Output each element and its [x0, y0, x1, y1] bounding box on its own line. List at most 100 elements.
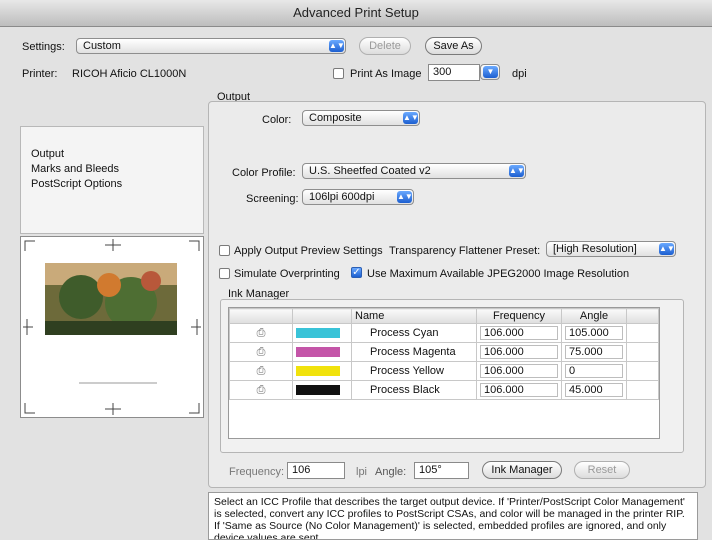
save-as-button[interactable]: Save As	[425, 37, 482, 55]
table-row[interactable]: ⎙ Process Yellow 106.000 0	[229, 361, 659, 381]
ink-swatch	[292, 323, 352, 343]
ink-swatch	[292, 342, 352, 362]
settings-popup[interactable]: Custom ▲▼	[76, 38, 346, 54]
ink-swatch	[292, 380, 352, 400]
icon-column-header	[229, 308, 293, 324]
ink-frequency: 106.000	[476, 361, 562, 381]
blank-column-header	[626, 308, 659, 324]
max-jpeg2000-label: Use Maximum Available JPEG2000 Image Res…	[367, 268, 630, 280]
screening-label: Screening:	[246, 193, 299, 205]
ink-table: Name Frequency Angle ⎙ Process Cyan 106.00…	[229, 308, 659, 400]
ink-angle: 75.000	[561, 342, 627, 362]
ink-manager-button[interactable]: Ink Manager	[482, 461, 562, 479]
print-as-image-label: Print As Image	[350, 68, 422, 80]
color-profile-popup[interactable]: U.S. Sheetfed Coated v2 ▲▼	[302, 163, 526, 179]
reset-button[interactable]: Reset	[574, 461, 630, 479]
page-preview	[20, 236, 204, 418]
ink-frequency-value[interactable]: 106.000	[480, 326, 558, 340]
blank-cell	[626, 380, 659, 400]
frequency-input[interactable]: 106	[287, 462, 345, 479]
blank-cell	[626, 323, 659, 343]
printer-icon: ⎙	[229, 361, 293, 381]
swatch-column-header	[292, 308, 352, 324]
printer-icon: ⎙	[229, 342, 293, 362]
ink-name: Process Black	[351, 380, 477, 400]
popup-arrow-icon: ▲▼	[397, 191, 413, 203]
angle-input[interactable]: 105°	[414, 462, 469, 479]
ink-frequency: 106.000	[476, 342, 562, 362]
frequency-column-header[interactable]: Frequency	[476, 308, 562, 324]
color-profile-label: Color Profile:	[232, 167, 296, 179]
ink-angle: 0	[561, 361, 627, 381]
ink-angle-value[interactable]: 0	[565, 364, 623, 378]
transparency-preset-popup[interactable]: [High Resolution] ▲▼	[546, 241, 676, 257]
settings-label: Settings:	[22, 41, 65, 53]
dpi-popup[interactable]: ▼	[480, 64, 500, 80]
delete-button[interactable]: Delete	[359, 37, 411, 55]
screening-popup[interactable]: 106lpi 600dpi ▲▼	[302, 189, 414, 205]
swatch-color	[296, 328, 340, 338]
frequency-label: Frequency:	[229, 466, 285, 478]
ink-frequency: 106.000	[476, 380, 562, 400]
ink-frequency-value[interactable]: 106.000	[480, 364, 558, 378]
blank-cell	[626, 342, 659, 362]
ink-name: Process Yellow	[351, 361, 477, 381]
ink-name: Process Cyan	[351, 323, 477, 343]
ink-name: Process Magenta	[351, 342, 477, 362]
color-label: Color:	[262, 114, 292, 126]
apply-output-preview-label: Apply Output Preview Settings	[234, 245, 383, 257]
name-column-header[interactable]: Name	[351, 308, 477, 324]
table-row[interactable]: ⎙ Process Cyan 106.000 105.000	[229, 323, 659, 343]
ink-table-wrap: Name Frequency Angle ⎙ Process Cyan 106.00…	[228, 307, 660, 439]
simulate-overprinting-checkbox[interactable]	[219, 268, 230, 279]
checkmark-icon: ✓	[352, 267, 361, 278]
table-row[interactable]: ⎙ Process Black 106.000 45.000	[229, 380, 659, 400]
ink-swatch	[292, 361, 352, 381]
transparency-preset-value: [High Resolution]	[553, 243, 637, 255]
ink-frequency-value[interactable]: 106.000	[480, 383, 558, 397]
ink-angle-value[interactable]: 75.000	[565, 345, 623, 359]
max-jpeg2000-checkbox[interactable]: ✓	[351, 267, 362, 278]
window-title: Advanced Print Setup	[0, 0, 712, 27]
ink-angle-value[interactable]: 45.000	[565, 383, 623, 397]
color-value: Composite	[309, 112, 362, 124]
swatch-color	[296, 347, 340, 357]
popup-arrow-icon: ▲▼	[403, 112, 419, 124]
swatch-color	[296, 366, 340, 376]
sidebar-item-marks-and-bleeds[interactable]: Marks and Bleeds	[21, 161, 201, 176]
blank-cell	[626, 361, 659, 381]
dpi-unit: dpi	[512, 68, 527, 80]
angle-column-header[interactable]: Angle	[561, 308, 627, 324]
printer-icon: ⎙	[229, 380, 293, 400]
popup-arrow-icon: ▲▼	[509, 165, 525, 177]
screening-value: 106lpi 600dpi	[309, 191, 375, 203]
ink-frequency: 106.000	[476, 323, 562, 343]
preview-crop-marks	[23, 239, 201, 415]
ink-angle: 45.000	[561, 380, 627, 400]
sidebar-list: Output Marks and Bleeds PostScript Optio…	[21, 146, 201, 190]
printer-label: Printer:	[22, 68, 58, 80]
transparency-preset-label: Transparency Flattener Preset:	[389, 245, 541, 257]
ink-frequency-value[interactable]: 106.000	[480, 345, 558, 359]
settings-value: Custom	[83, 40, 121, 52]
sidebar-item-output[interactable]: Output	[21, 146, 201, 161]
swatch-color	[296, 385, 340, 395]
apply-output-preview-checkbox[interactable]	[219, 245, 230, 256]
print-as-image-checkbox[interactable]	[333, 68, 344, 79]
ink-angle: 105.000	[561, 323, 627, 343]
color-popup[interactable]: Composite ▲▼	[302, 110, 420, 126]
lpi-label: lpi	[356, 466, 368, 478]
chevron-down-icon: ▼	[483, 66, 498, 78]
help-text: Select an ICC Profile that describes the…	[208, 492, 698, 540]
ink-angle-value[interactable]: 105.000	[565, 326, 623, 340]
sidebar-item-postscript-options[interactable]: PostScript Options	[21, 176, 201, 191]
printer-name: RICOH Aficio CL1000N	[72, 68, 187, 80]
table-row[interactable]: ⎙ Process Magenta 106.000 75.000	[229, 342, 659, 362]
dpi-input[interactable]: 300	[428, 64, 480, 81]
angle-label: Angle:	[375, 466, 407, 478]
popup-arrow-icon: ▲▼	[329, 40, 345, 52]
printer-icon: ⎙	[229, 323, 293, 343]
simulate-overprinting-label: Simulate Overprinting	[234, 268, 340, 280]
color-profile-value: U.S. Sheetfed Coated v2	[309, 165, 431, 177]
popup-arrow-icon: ▲▼	[659, 243, 675, 255]
